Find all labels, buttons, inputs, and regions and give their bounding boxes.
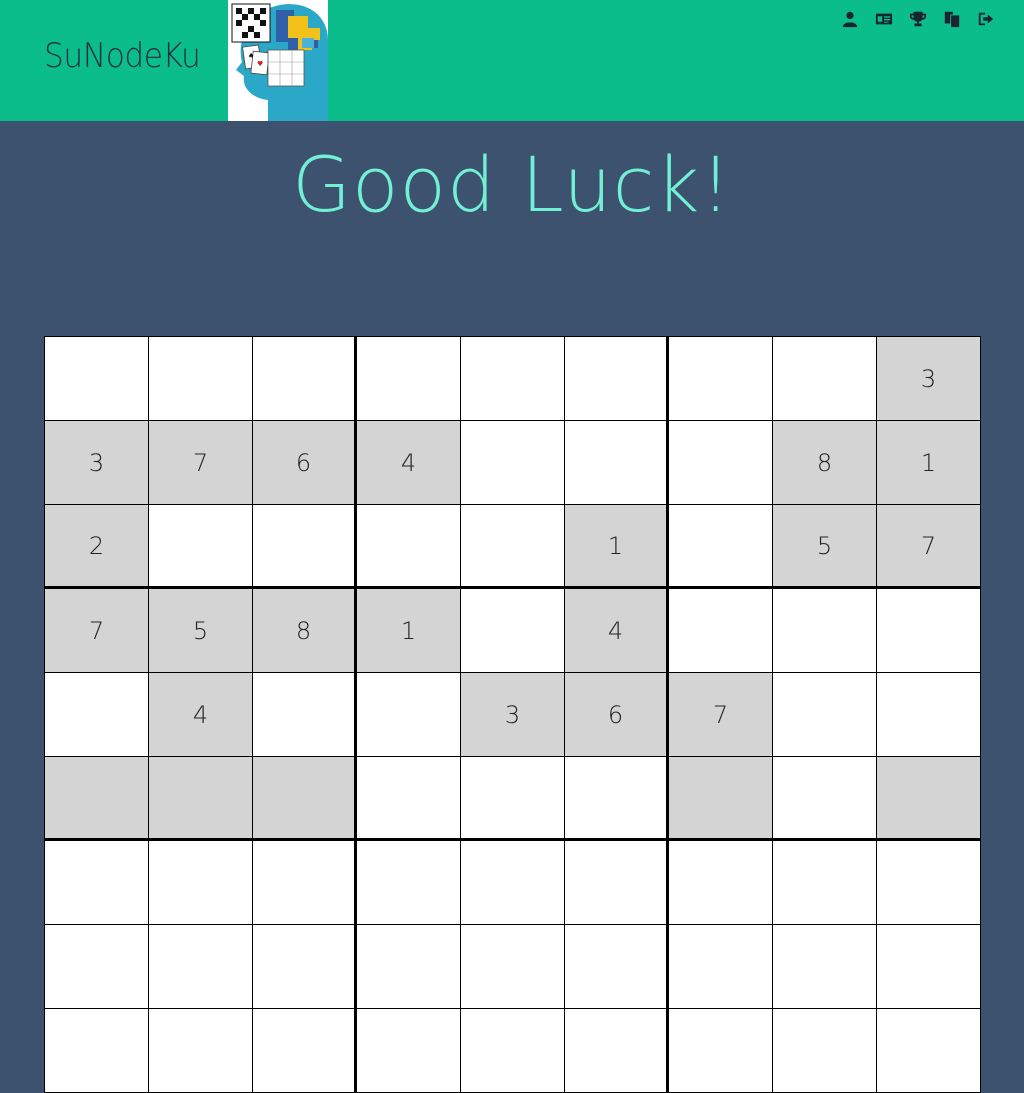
svg-text:♥: ♥ <box>257 60 263 68</box>
sudoku-cell[interactable] <box>461 505 565 589</box>
sudoku-cell[interactable] <box>253 337 357 421</box>
sudoku-cell[interactable] <box>877 925 981 1009</box>
puzzle-head-logo-image: ♠ ♥ <box>228 0 328 121</box>
sudoku-cell: 6 <box>253 421 357 505</box>
sudoku-cell[interactable] <box>773 1009 877 1093</box>
sudoku-cell: 1 <box>565 505 669 589</box>
sudoku-cell: 4 <box>565 589 669 673</box>
sudoku-cell[interactable] <box>773 841 877 925</box>
sudoku-cell: 7 <box>669 673 773 757</box>
sudoku-cell: 5 <box>773 505 877 589</box>
sudoku-cell[interactable] <box>565 841 669 925</box>
sudoku-cell[interactable] <box>461 841 565 925</box>
sudoku-cell[interactable] <box>357 757 461 841</box>
sudoku-cell[interactable] <box>565 421 669 505</box>
sudoku-cell[interactable] <box>253 841 357 925</box>
id-card-icon[interactable] <box>874 9 894 29</box>
sudoku-cell: 3 <box>45 421 149 505</box>
sudoku-cell: 7 <box>877 505 981 589</box>
sudoku-cell: 4 <box>357 421 461 505</box>
header-nav <box>840 9 996 29</box>
sudoku-cell[interactable] <box>877 589 981 673</box>
sudoku-cell <box>253 757 357 841</box>
sudoku-cell[interactable] <box>461 337 565 421</box>
sudoku-cell: 3 <box>461 673 565 757</box>
sudoku-cell[interactable] <box>669 925 773 1009</box>
sudoku-cell[interactable] <box>357 673 461 757</box>
sudoku-cell[interactable] <box>669 505 773 589</box>
sign-out-icon[interactable] <box>976 9 996 29</box>
sudoku-cell[interactable] <box>253 1009 357 1093</box>
svg-text:♠: ♠ <box>248 52 254 60</box>
sudoku-cell[interactable] <box>669 337 773 421</box>
sudoku-cell[interactable] <box>357 1009 461 1093</box>
sudoku-cell[interactable] <box>149 505 253 589</box>
sudoku-cell[interactable] <box>45 1009 149 1093</box>
sudoku-cell: 3 <box>877 337 981 421</box>
page-title: Good Luck! <box>292 140 732 229</box>
sudoku-cell[interactable] <box>565 925 669 1009</box>
sudoku-cell[interactable] <box>357 841 461 925</box>
sudoku-cell[interactable] <box>357 337 461 421</box>
sudoku-cell[interactable] <box>877 673 981 757</box>
sudoku-cell[interactable] <box>149 1009 253 1093</box>
sudoku-cell[interactable] <box>149 337 253 421</box>
sudoku-cell: 1 <box>877 421 981 505</box>
sudoku-cell[interactable] <box>253 673 357 757</box>
sudoku-cell: 7 <box>149 421 253 505</box>
sudoku-cell[interactable] <box>149 925 253 1009</box>
sudoku-cell[interactable] <box>461 757 565 841</box>
sudoku-board: 33764812157758144367 <box>44 336 981 1093</box>
puzzle-head-logo[interactable]: ♠ ♥ <box>228 0 328 121</box>
top-header: SuNodeKu ♠ ♥ <box>0 0 1024 121</box>
sudoku-cell: 5 <box>149 589 253 673</box>
sudoku-cell[interactable] <box>253 505 357 589</box>
sudoku-cell: 7 <box>45 589 149 673</box>
sudoku-cell[interactable] <box>565 337 669 421</box>
sudoku-cell: 6 <box>565 673 669 757</box>
sudoku-cell[interactable] <box>773 337 877 421</box>
sudoku-cell: 4 <box>149 673 253 757</box>
user-icon[interactable] <box>840 9 860 29</box>
sudoku-cell: 8 <box>773 421 877 505</box>
sudoku-cell[interactable] <box>877 841 981 925</box>
sudoku-cell[interactable] <box>461 925 565 1009</box>
sudoku-cell: 2 <box>45 505 149 589</box>
sudoku-cell[interactable] <box>45 337 149 421</box>
sudoku-cell <box>45 757 149 841</box>
sudoku-cell[interactable] <box>45 925 149 1009</box>
sudoku-cell <box>669 757 773 841</box>
sudoku-cell: 8 <box>253 589 357 673</box>
sudoku-cell[interactable] <box>669 841 773 925</box>
sudoku-cell[interactable] <box>461 589 565 673</box>
sudoku-cell <box>877 757 981 841</box>
sudoku-cell[interactable] <box>773 757 877 841</box>
sudoku-cell[interactable] <box>461 421 565 505</box>
sudoku-cell[interactable] <box>773 589 877 673</box>
trophy-icon[interactable] <box>908 9 928 29</box>
copy-icon[interactable] <box>942 9 962 29</box>
sudoku-cell <box>149 757 253 841</box>
sudoku-cell[interactable] <box>773 925 877 1009</box>
sudoku-cell[interactable] <box>669 589 773 673</box>
sudoku-cell[interactable] <box>149 841 253 925</box>
sudoku-cell[interactable] <box>253 925 357 1009</box>
sudoku-cell[interactable] <box>669 1009 773 1093</box>
sudoku-cell[interactable] <box>461 1009 565 1093</box>
sudoku-cell[interactable] <box>669 421 773 505</box>
sudoku-cell[interactable] <box>565 1009 669 1093</box>
sudoku-cell[interactable] <box>565 757 669 841</box>
brand-name[interactable]: SuNodeKu <box>44 36 201 76</box>
sudoku-cell[interactable] <box>45 841 149 925</box>
sudoku-cell[interactable] <box>357 925 461 1009</box>
sudoku-cell[interactable] <box>773 673 877 757</box>
sudoku-cell[interactable] <box>45 673 149 757</box>
sudoku-cell[interactable] <box>357 505 461 589</box>
sudoku-cell: 1 <box>357 589 461 673</box>
sudoku-cell[interactable] <box>877 1009 981 1093</box>
